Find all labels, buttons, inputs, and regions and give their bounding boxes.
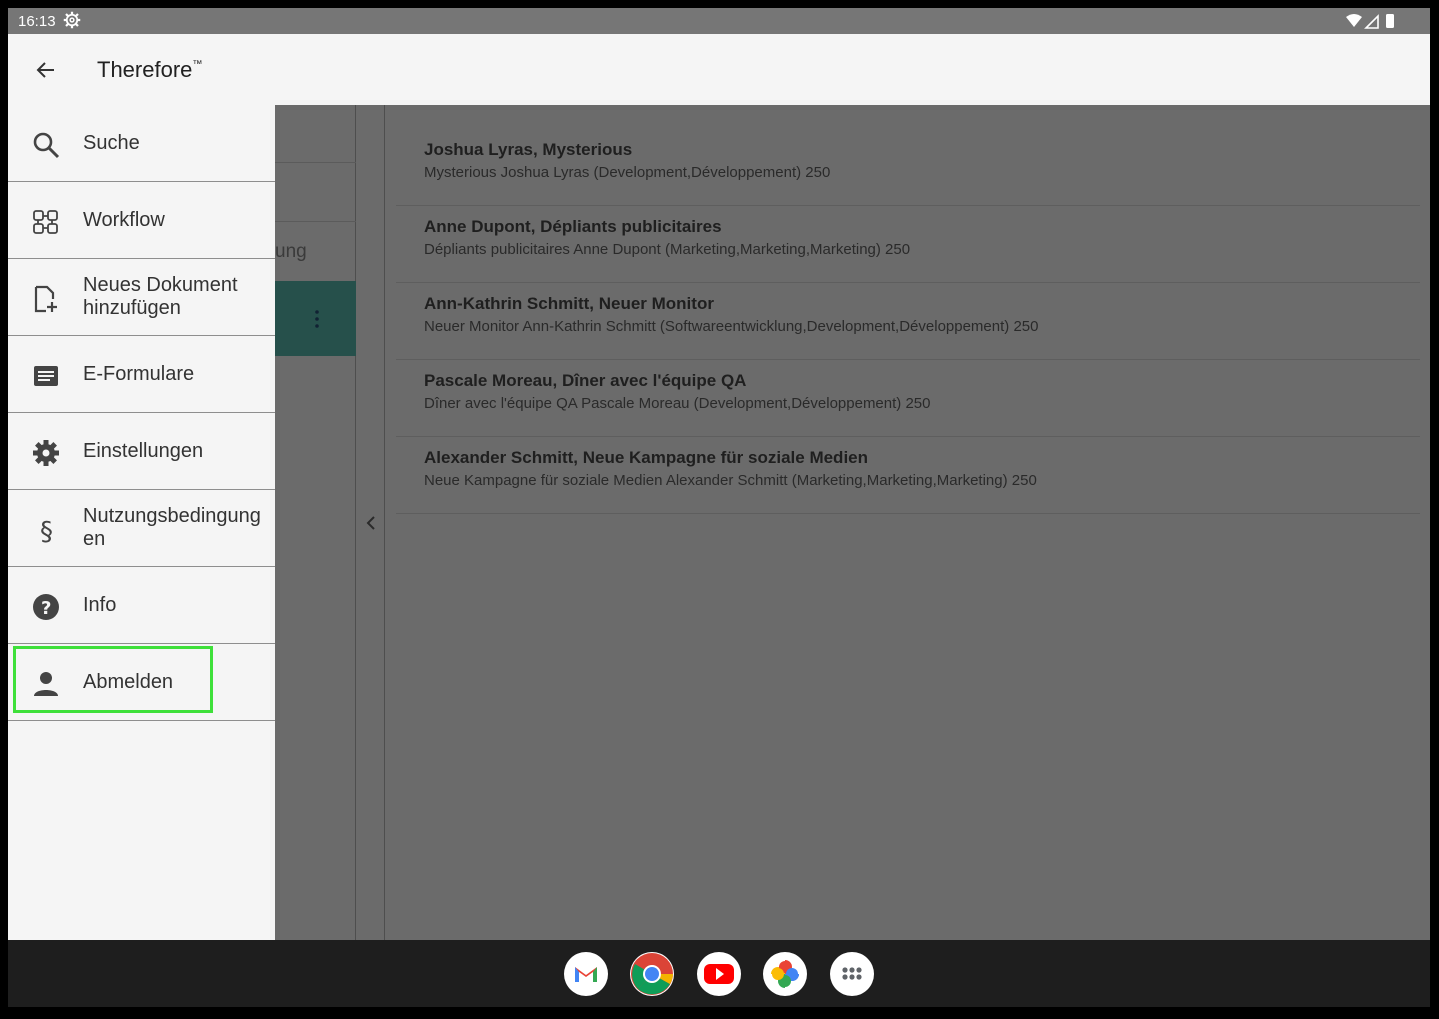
item-title: Anne Dupont, Dépliants publicitaires — [424, 217, 722, 236]
selected-row[interactable] — [275, 281, 356, 356]
system-status-icons — [1346, 14, 1394, 29]
nav-item-info[interactable]: ? Info — [8, 567, 275, 644]
signal-icon — [1364, 14, 1379, 29]
nav-item-einstellungen[interactable]: Einstellungen — [8, 413, 275, 490]
navigation-drawer: Suche Workflow Neues Dokumenthinzufügen — [8, 105, 275, 940]
list-item[interactable]: Joshua Lyras, Mysterious Mysterious Josh… — [396, 129, 1420, 206]
photos-icon[interactable] — [763, 952, 807, 996]
nav-label: Neues Dokument hinzufügen — [83, 274, 238, 319]
main-content-dimmed: ung Joshua Lyras, Mysterious Mysterious … — [275, 105, 1430, 940]
item-title: Pascale Moreau, Dîner avec l'équipe QA — [424, 371, 747, 390]
nav-label: E-Formulare — [83, 363, 195, 385]
item-title: Alexander Schmitt, Neue Kampagne für soz… — [424, 448, 869, 467]
search-icon — [33, 132, 60, 159]
nav-item-workflow[interactable]: Workflow — [8, 182, 275, 259]
list-item[interactable]: Pascale Moreau, Dîner avec l'équipe QA D… — [396, 360, 1420, 437]
chrome-icon[interactable] — [630, 952, 674, 996]
help-icon: ? — [33, 594, 59, 620]
item-subtitle: Neuer Monitor Ann-Kathrin Schmitt (Softw… — [424, 318, 1039, 335]
item-subtitle: Dépliants publicitaires Anne Dupont (Mar… — [424, 241, 911, 258]
nav-item-e-formulare[interactable]: E-Formulare — [8, 336, 275, 413]
collapse-panel — [357, 105, 385, 940]
nav-item-add-document[interactable]: Neues Dokument hinzufügen — [8, 259, 275, 336]
gmail-icon[interactable] — [564, 952, 608, 996]
nav-item-suche[interactable]: Suche — [8, 105, 275, 182]
middle-column: ung — [275, 105, 356, 940]
more-vert-icon[interactable] — [315, 309, 319, 329]
svg-text:§: § — [40, 517, 53, 544]
item-title: Joshua Lyras, Mysterious — [424, 140, 633, 159]
app-dock — [8, 940, 1430, 1007]
back-arrow-icon[interactable] — [34, 58, 58, 82]
form-icon — [34, 366, 58, 386]
list-item[interactable]: Anne Dupont, Dépliants publicitaires Dép… — [396, 206, 1420, 283]
workflow-icon — [33, 210, 58, 234]
settings-gear-icon — [63, 11, 81, 29]
app-title: Therefore™ — [97, 57, 203, 82]
app-drawer-icon[interactable] — [830, 952, 874, 996]
youtube-icon[interactable] — [697, 952, 741, 996]
partial-label: ung — [275, 241, 307, 262]
svg-text:?: ? — [41, 598, 51, 619]
nav-label: Abmelden — [83, 671, 174, 693]
battery-icon — [1386, 14, 1394, 28]
item-subtitle: Dîner avec l'équipe QA Pascale Moreau (D… — [424, 395, 931, 412]
status-bar: 16:13 — [8, 8, 1430, 34]
item-subtitle: Mysterious Joshua Lyras (Development,Dév… — [424, 164, 831, 181]
wifi-icon — [1346, 14, 1362, 27]
add-document-icon — [34, 285, 57, 313]
nav-label: Einstellungen — [83, 440, 204, 462]
app-bar: Therefore™ — [8, 34, 1430, 105]
device-screen: 16:13 Therefore™ ung Joshua Lyras, Myste… — [8, 8, 1430, 1007]
nav-label: Workflow — [83, 209, 165, 231]
results-list: Joshua Lyras, Mysterious Mysterious Josh… — [396, 129, 1420, 514]
chevron-left-icon[interactable] — [365, 515, 377, 531]
nav-item-nutzungsbedingungen[interactable]: § Nutzungsbedingung en — [8, 490, 275, 567]
divider — [275, 162, 356, 163]
nav-label: Nutzungsbedingung en — [83, 505, 261, 550]
divider — [275, 221, 356, 222]
nav-label: Info — [83, 594, 117, 616]
item-subtitle: Neue Kampagne für soziale Medien Alexand… — [424, 472, 1037, 489]
gear-icon — [33, 440, 59, 466]
paragraph-icon: § — [40, 517, 53, 544]
status-time: 16:13 — [18, 13, 56, 30]
nav-item-abmelden[interactable]: Abmelden — [8, 644, 275, 721]
list-item[interactable]: Alexander Schmitt, Neue Kampagne für soz… — [396, 437, 1420, 514]
nav-label: Suche — [83, 132, 140, 154]
item-title: Ann-Kathrin Schmitt, Neuer Monitor — [424, 294, 714, 313]
list-item[interactable]: Ann-Kathrin Schmitt, Neuer Monitor Neuer… — [396, 283, 1420, 360]
person-icon — [34, 672, 58, 696]
